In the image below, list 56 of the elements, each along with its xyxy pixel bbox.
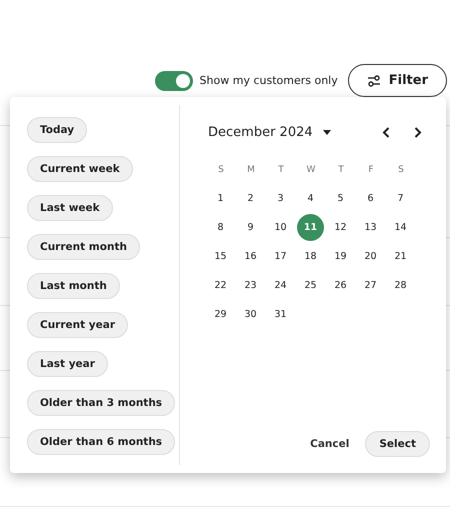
calendar-day[interactable]: 20	[357, 243, 384, 270]
calendar-day[interactable]: 24	[267, 272, 294, 299]
calendar-day[interactable]: 1	[207, 185, 234, 212]
calendar-day[interactable]: 2	[237, 185, 264, 212]
calendar-day[interactable]: 31	[267, 301, 294, 328]
preset-chip[interactable]: Older than 3 months	[27, 390, 176, 416]
calendar-day[interactable]: 27	[357, 272, 384, 299]
chevron-right-icon	[414, 126, 422, 138]
preset-chip[interactable]: Today	[27, 117, 88, 143]
calendar-day[interactable]: 12	[327, 214, 354, 241]
weekday-label: S	[217, 164, 225, 176]
calendar-day[interactable]: 7	[387, 185, 414, 212]
weekday-label: T	[277, 164, 285, 176]
calendar-day[interactable]: 19	[327, 243, 354, 270]
preset-chip[interactable]: Current week	[27, 156, 133, 182]
weekday-label: S	[397, 164, 405, 176]
preset-chip[interactable]: Last year	[27, 351, 108, 377]
calendar-day[interactable]: 9	[237, 214, 264, 241]
weekday-label: T	[337, 164, 345, 176]
calendar-day[interactable]: 5	[327, 185, 354, 212]
preset-chip[interactable]: Current year	[27, 312, 128, 338]
calendar-day[interactable]: 6	[357, 185, 384, 212]
calendar-day[interactable]: 18	[297, 243, 324, 270]
calendar-day[interactable]: 28	[387, 272, 414, 299]
weekday-label: W	[306, 164, 316, 176]
calendar-day[interactable]: 16	[237, 243, 264, 270]
chevron-left-icon	[382, 126, 390, 138]
cancel-button[interactable]: Cancel	[306, 432, 354, 456]
weekday-label: F	[367, 164, 375, 176]
sliders-icon	[366, 74, 381, 86]
calendar-day[interactable]: 21	[387, 243, 414, 270]
calendar-day[interactable]: 26	[327, 272, 354, 299]
weekday-label: M	[246, 164, 256, 176]
preset-chip[interactable]: Older than 6 months	[27, 429, 176, 455]
preset-chip[interactable]: Last month	[27, 273, 120, 299]
month-dropdown[interactable]: December 2024	[208, 124, 331, 140]
calendar-day[interactable]: 25	[297, 272, 324, 299]
calendar-day[interactable]: 29	[207, 301, 234, 328]
calendar-day[interactable]: 22	[207, 272, 234, 299]
calendar-day[interactable]: 13	[357, 214, 384, 241]
calendar-day[interactable]: 14	[387, 214, 414, 241]
calendar-day[interactable]: 4	[297, 185, 324, 212]
caret-icon	[322, 130, 331, 134]
calendar-day[interactable]: 11	[297, 214, 324, 241]
calendar-day[interactable]: 17	[267, 243, 294, 270]
filter-button[interactable]: Filter	[348, 64, 447, 97]
calendar-day[interactable]: 30	[237, 301, 264, 328]
calendar-day[interactable]: 3	[267, 185, 294, 212]
calendar-day[interactable]: 8	[207, 214, 234, 241]
calendar-day[interactable]: 10	[267, 214, 294, 241]
preset-chip[interactable]: Last week	[27, 195, 113, 221]
calendar-day[interactable]: 15	[207, 243, 234, 270]
customers-toggle[interactable]: Show my customers only	[154, 70, 338, 90]
preset-chip[interactable]: Current month	[27, 234, 140, 260]
select-button[interactable]: Select	[365, 431, 430, 457]
calendar-day[interactable]: 23	[237, 272, 264, 299]
